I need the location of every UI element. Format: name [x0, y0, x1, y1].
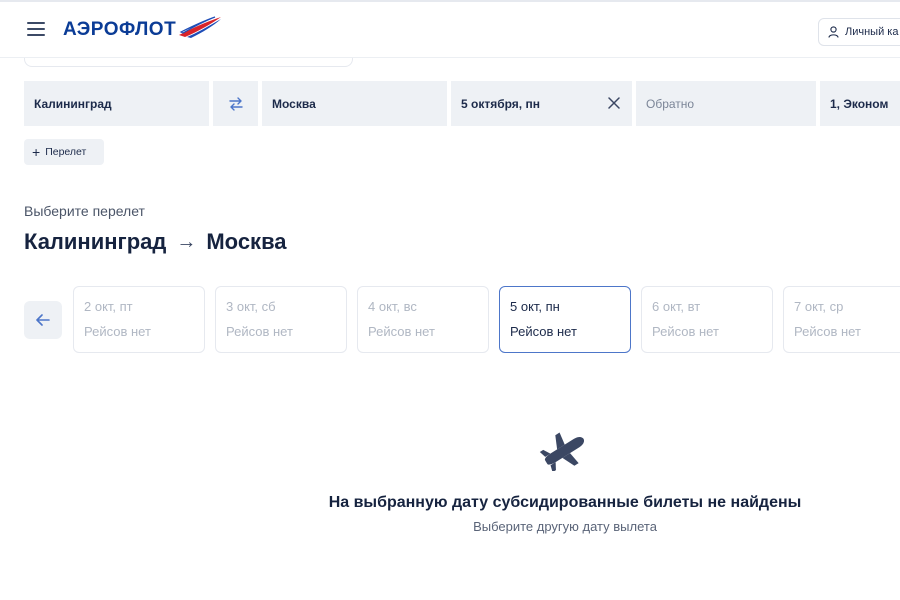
- page: АЭРОФЛОТ Личный ка Калининград Москва 5 …: [0, 0, 900, 600]
- site-header: АЭРОФЛОТ Личный ка: [0, 2, 900, 58]
- date-card-status: Рейсов нет: [226, 324, 293, 339]
- departure-date-field[interactable]: 5 октября, пн: [451, 81, 632, 126]
- choose-flight-label: Выберите перелет: [24, 203, 145, 219]
- destination-field[interactable]: Москва: [262, 81, 447, 126]
- menu-icon[interactable]: [27, 22, 45, 36]
- close-icon[interactable]: [608, 97, 620, 109]
- date-card-status: Рейсов нет: [652, 324, 719, 339]
- route-destination: Москва: [206, 229, 287, 254]
- empty-state-title: На выбранную дату субсидированные билеты…: [328, 494, 802, 511]
- passengers-value: 1, Эконом: [830, 96, 889, 111]
- route-arrow: →: [176, 230, 197, 253]
- account-label: Личный ка: [845, 26, 899, 38]
- aeroflot-wing-icon: [179, 16, 222, 38]
- departure-date-value: 5 октября, пн: [461, 96, 540, 111]
- airplane-icon: [539, 432, 585, 471]
- date-card[interactable]: 6 окт, вт Рейсов нет: [641, 286, 773, 353]
- collapsed-panel-edge: [24, 58, 353, 67]
- empty-state-subtitle: Выберите другую дату вылета: [473, 519, 657, 534]
- logo-text: АЭРОФЛОТ: [63, 19, 177, 40]
- add-flight-label: Перелет: [45, 146, 87, 158]
- user-icon: [828, 26, 839, 38]
- date-card[interactable]: 4 окт, вс Рейсов нет: [357, 286, 489, 353]
- arrow-left-icon: [36, 314, 50, 326]
- plus-icon: +: [32, 144, 41, 160]
- date-card[interactable]: 7 окт, ср Рейсов нет: [783, 286, 900, 353]
- date-card[interactable]: 3 окт, сб Рейсов нет: [215, 286, 347, 353]
- route-title: Калининград → Москва: [24, 229, 287, 255]
- aeroflot-logo[interactable]: АЭРОФЛОТ: [63, 15, 223, 45]
- origin-field[interactable]: Калининград: [24, 81, 209, 126]
- passengers-field[interactable]: 1, Эконом: [820, 81, 900, 126]
- return-date-field[interactable]: Обратно: [636, 81, 816, 126]
- date-card-date: 5 окт, пн: [510, 299, 560, 314]
- add-flight-button[interactable]: + Перелет: [24, 139, 104, 165]
- date-card-status: Рейсов нет: [84, 324, 151, 339]
- date-card-date: 2 окт, пт: [84, 299, 133, 314]
- date-card-date: 3 окт, сб: [226, 299, 276, 314]
- date-card[interactable]: 2 окт, пт Рейсов нет: [73, 286, 205, 353]
- previous-dates-button[interactable]: [24, 301, 62, 339]
- date-card-date: 7 окт, ср: [794, 299, 844, 314]
- date-card-date: 6 окт, вт: [652, 299, 701, 314]
- swap-button[interactable]: [213, 81, 258, 126]
- route-origin: Калининград: [24, 229, 167, 254]
- account-button[interactable]: Личный ка: [818, 18, 900, 46]
- date-card-status: Рейсов нет: [368, 324, 435, 339]
- date-card-selected[interactable]: 5 окт, пн Рейсов нет: [499, 286, 631, 353]
- destination-value: Москва: [272, 96, 316, 111]
- return-date-placeholder: Обратно: [646, 96, 695, 111]
- date-card-date: 4 окт, вс: [368, 299, 417, 314]
- origin-value: Калининград: [34, 96, 112, 111]
- date-card-status: Рейсов нет: [794, 324, 861, 339]
- date-card-status: Рейсов нет: [510, 324, 577, 339]
- swap-icon: [228, 96, 243, 111]
